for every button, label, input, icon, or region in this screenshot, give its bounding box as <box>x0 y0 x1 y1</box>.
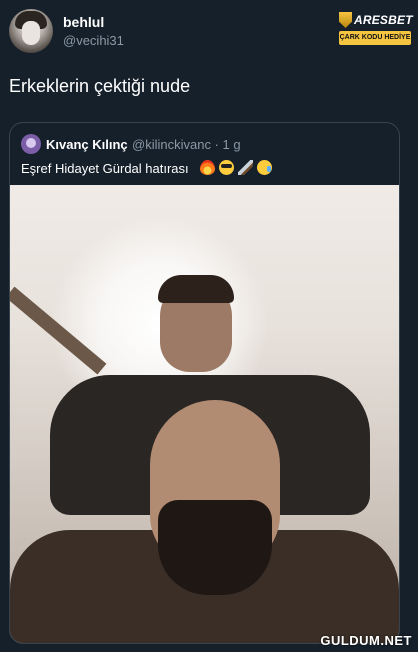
person-front-beard <box>158 500 272 595</box>
quoted-display-name[interactable]: Kıvanç Kılınç <box>46 137 128 152</box>
knife-icon <box>238 159 253 175</box>
brand-logo: ARESBET ÇARK KODU HEDİYE <box>339 11 413 47</box>
quoted-emojis <box>200 158 272 176</box>
brand-badge: ÇARK KODU HEDİYE <box>339 31 411 45</box>
quoted-photo[interactable] <box>10 185 399 643</box>
sunglasses-icon <box>219 159 234 175</box>
quoted-handle-time[interactable]: @kilinckivanc · 1 g <box>132 137 241 152</box>
quoted-text: Eşref Hidayet Gürdal hatırası <box>21 161 189 176</box>
quoted-avatar[interactable] <box>21 134 41 154</box>
author-handle[interactable]: @vecihi31 <box>63 33 124 48</box>
avatar-face <box>22 21 40 45</box>
avatar[interactable] <box>9 9 53 53</box>
person-back-hair <box>158 275 234 303</box>
tweet-card: behlul @vecihi31 ARESBET ÇARK KODU HEDİY… <box>0 0 418 652</box>
brand-shield-icon <box>339 12 352 28</box>
watermark: GULDUM.NET <box>320 633 412 648</box>
tweet-text: Erkeklerin çektiği nude <box>9 76 191 96</box>
brand-name: ARESBET <box>354 13 413 27</box>
author-display-name[interactable]: behlul <box>63 14 104 30</box>
fire-icon <box>200 159 215 175</box>
sad-sweat-icon <box>257 159 272 175</box>
quoted-tweet[interactable]: Kıvanç Kılınç @kilinckivanc · 1 g Eşref … <box>9 122 400 644</box>
